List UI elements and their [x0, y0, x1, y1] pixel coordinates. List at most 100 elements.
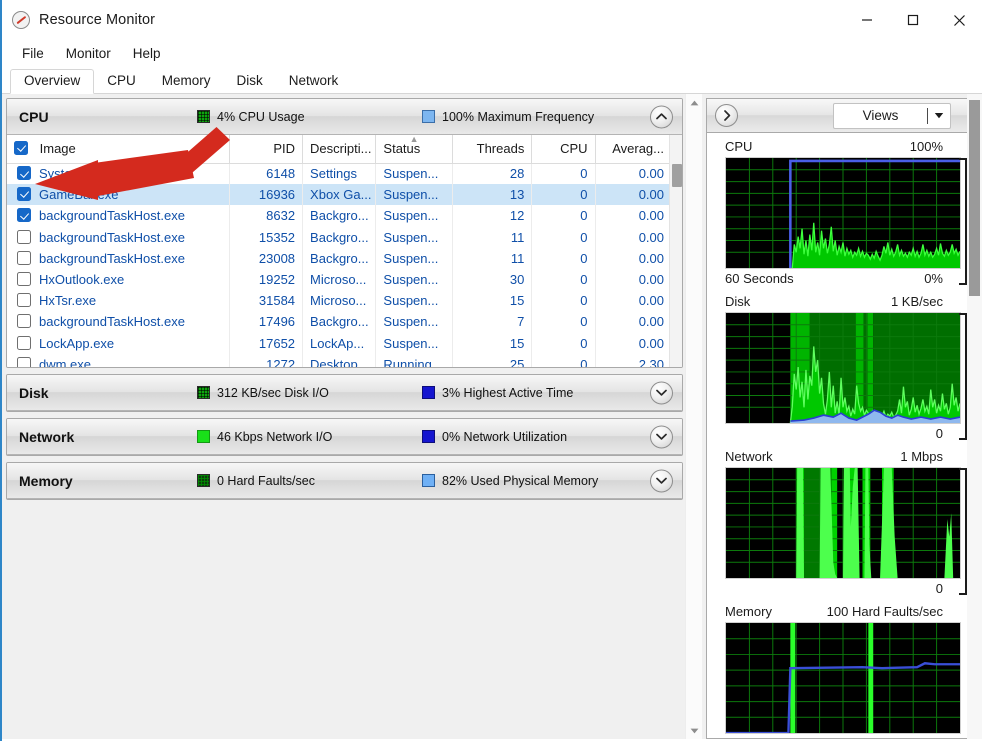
- table-row[interactable]: HxTsr.exe 31584 Microso... Suspen... 15 0 0.00: [7, 290, 673, 312]
- table-row[interactable]: backgroundTaskHost.exe 17496 Backgro... Sus…: [7, 311, 673, 333]
- memory-used-legend: 82% Used Physical Memory: [422, 474, 598, 488]
- process-image-name: HxTsr.exe: [39, 293, 97, 309]
- process-row-checkbox[interactable]: [17, 272, 31, 287]
- disk-graph-title: Disk: [725, 294, 751, 309]
- process-row-checkbox[interactable]: [17, 208, 31, 223]
- cpu-section-title: CPU: [19, 108, 49, 125]
- process-row-checkbox[interactable]: [17, 187, 31, 202]
- column-header-status[interactable]: ▲ Status: [375, 135, 453, 164]
- cell-status: Suspen...: [375, 226, 453, 248]
- process-table-scrollbar-thumb[interactable]: [671, 164, 682, 187]
- network-section-header[interactable]: Network 46 Kbps Network I/O 0% Network U…: [7, 419, 682, 455]
- views-dropdown-button[interactable]: Views: [833, 102, 951, 129]
- window-title: Resource Monitor: [39, 12, 156, 28]
- table-row[interactable]: backgroundTaskHost.exe 8632 Backgro... Susp…: [7, 205, 673, 227]
- cell-threads: 25: [452, 353, 533, 367]
- cell-pid: 1272: [229, 353, 304, 367]
- cell-image[interactable]: backgroundTaskHost.exe: [7, 226, 230, 248]
- column-header-average[interactable]: Averag...: [595, 135, 673, 164]
- column-header-cpu[interactable]: CPU: [531, 135, 596, 164]
- graphs-panel-scrollbar[interactable]: [967, 94, 982, 739]
- process-row-checkbox[interactable]: [17, 335, 31, 350]
- cell-cpu: 0: [531, 332, 596, 354]
- process-row-checkbox[interactable]: [17, 250, 31, 265]
- cell-image[interactable]: GameBar.exe: [7, 184, 230, 206]
- menu-item-monitor[interactable]: Monitor: [56, 43, 121, 64]
- close-button[interactable]: [936, 0, 982, 40]
- process-row-checkbox[interactable]: [17, 314, 31, 329]
- cell-description: LockAp...: [302, 332, 377, 354]
- column-header-image[interactable]: Image: [7, 135, 230, 164]
- cpu-graph-header: CPU 100%: [725, 139, 961, 154]
- cell-pid: 17496: [229, 311, 304, 333]
- cell-status: Suspen...: [375, 163, 453, 185]
- table-row[interactable]: GameBar.exe 16936 Xbox Ga... Suspen... 13 0 0.…: [7, 184, 673, 206]
- table-row[interactable]: dwm.exe 1272 Desktop... Running 25 0 2.30: [7, 353, 673, 367]
- scroll-up-arrow-icon[interactable]: [686, 94, 702, 111]
- cell-image[interactable]: backgroundTaskHost.exe: [7, 247, 230, 269]
- process-row-checkbox[interactable]: [17, 293, 31, 308]
- memory-section-title: Memory: [19, 472, 73, 489]
- expand-panel-button[interactable]: [715, 104, 738, 127]
- table-row[interactable]: backgroundTaskHost.exe 15352 Backgro... Sus…: [7, 226, 673, 248]
- menu-bar: File Monitor Help: [2, 40, 982, 66]
- cell-status: Suspen...: [375, 290, 453, 312]
- disk-graph-scale-bracket: [959, 313, 967, 440]
- cell-description: Microso...: [302, 290, 377, 312]
- process-image-name: backgroundTaskHost.exe: [39, 229, 185, 245]
- cpu-section-header[interactable]: CPU 4% CPU Usage 100% Maximum Frequency: [7, 99, 682, 135]
- select-all-checkbox[interactable]: [14, 141, 28, 156]
- cell-description: Microso...: [302, 268, 377, 291]
- column-header-pid[interactable]: PID: [229, 135, 304, 164]
- scroll-down-arrow-icon[interactable]: [686, 722, 702, 739]
- network-section-expand-button[interactable]: [650, 425, 673, 448]
- disk-graph-canvas: [725, 312, 961, 424]
- cell-image[interactable]: HxTsr.exe: [7, 290, 230, 312]
- cell-status: Suspen...: [375, 184, 453, 206]
- cell-description: Backgro...: [302, 205, 377, 227]
- cell-image[interactable]: backgroundTaskHost.exe: [7, 205, 230, 227]
- cell-image[interactable]: backgroundTaskHost.exe: [7, 311, 230, 333]
- process-row-checkbox[interactable]: [17, 229, 31, 244]
- tab-network[interactable]: Network: [276, 70, 352, 93]
- table-row[interactable]: backgroundTaskHost.exe 23008 Backgro... Sus…: [7, 247, 673, 269]
- network-io-legend: 46 Kbps Network I/O: [197, 430, 332, 444]
- disk-section-header[interactable]: Disk 312 KB/sec Disk I/O 3% Highest Acti…: [7, 375, 682, 411]
- tab-cpu[interactable]: CPU: [94, 70, 149, 93]
- chevron-up-icon: [656, 113, 667, 120]
- tab-disk[interactable]: Disk: [224, 70, 276, 93]
- table-row[interactable]: SystemSettings.exe 6148 Settings Suspen... 2…: [7, 163, 673, 185]
- cpu-section-collapse-button[interactable]: [650, 105, 673, 128]
- cell-image[interactable]: SystemSettings.exe: [7, 163, 230, 185]
- tab-memory[interactable]: Memory: [149, 70, 224, 93]
- green-grid-swatch-icon: [197, 386, 210, 399]
- column-header-description[interactable]: Descripti...: [302, 135, 377, 164]
- cell-image[interactable]: HxOutlook.exe: [7, 268, 230, 291]
- column-header-threads[interactable]: Threads: [452, 135, 533, 164]
- graphs-panel-scrollbar-thumb[interactable]: [969, 100, 980, 296]
- minimize-button[interactable]: [844, 0, 890, 40]
- cell-description: Desktop...: [302, 353, 377, 367]
- menu-item-help[interactable]: Help: [123, 43, 171, 64]
- disk-section-expand-button[interactable]: [650, 381, 673, 404]
- cell-cpu: 0: [531, 290, 596, 312]
- process-table-scrollbar[interactable]: [669, 135, 682, 367]
- cell-image[interactable]: LockApp.exe: [7, 332, 230, 354]
- maximize-button[interactable]: [890, 0, 936, 40]
- table-row[interactable]: HxOutlook.exe 19252 Microso... Suspen... 30 0…: [7, 268, 673, 291]
- disk-section-title: Disk: [19, 384, 49, 401]
- process-row-checkbox[interactable]: [17, 166, 31, 181]
- process-row-checkbox[interactable]: [17, 356, 31, 367]
- cell-pid: 16936: [229, 184, 304, 206]
- tab-overview[interactable]: Overview: [10, 69, 95, 94]
- network-graph-scale-bracket: [959, 468, 967, 595]
- network-section: Network 46 Kbps Network I/O 0% Network U…: [6, 418, 683, 456]
- cell-image[interactable]: dwm.exe: [7, 353, 230, 367]
- memory-section-expand-button[interactable]: [650, 469, 673, 492]
- graphs-right-panel: Views CPU 100% 60 Seconds 0% Disk 1 KB/s…: [702, 94, 982, 739]
- table-row[interactable]: LockApp.exe 17652 LockAp... Suspen... 15 0 0.0…: [7, 332, 673, 354]
- left-panel-scrollbar[interactable]: [685, 94, 702, 739]
- cpu-frequency-legend: 100% Maximum Frequency: [422, 110, 594, 124]
- memory-section-header[interactable]: Memory 0 Hard Faults/sec 82% Used Physic…: [7, 463, 682, 499]
- menu-item-file[interactable]: File: [12, 43, 54, 64]
